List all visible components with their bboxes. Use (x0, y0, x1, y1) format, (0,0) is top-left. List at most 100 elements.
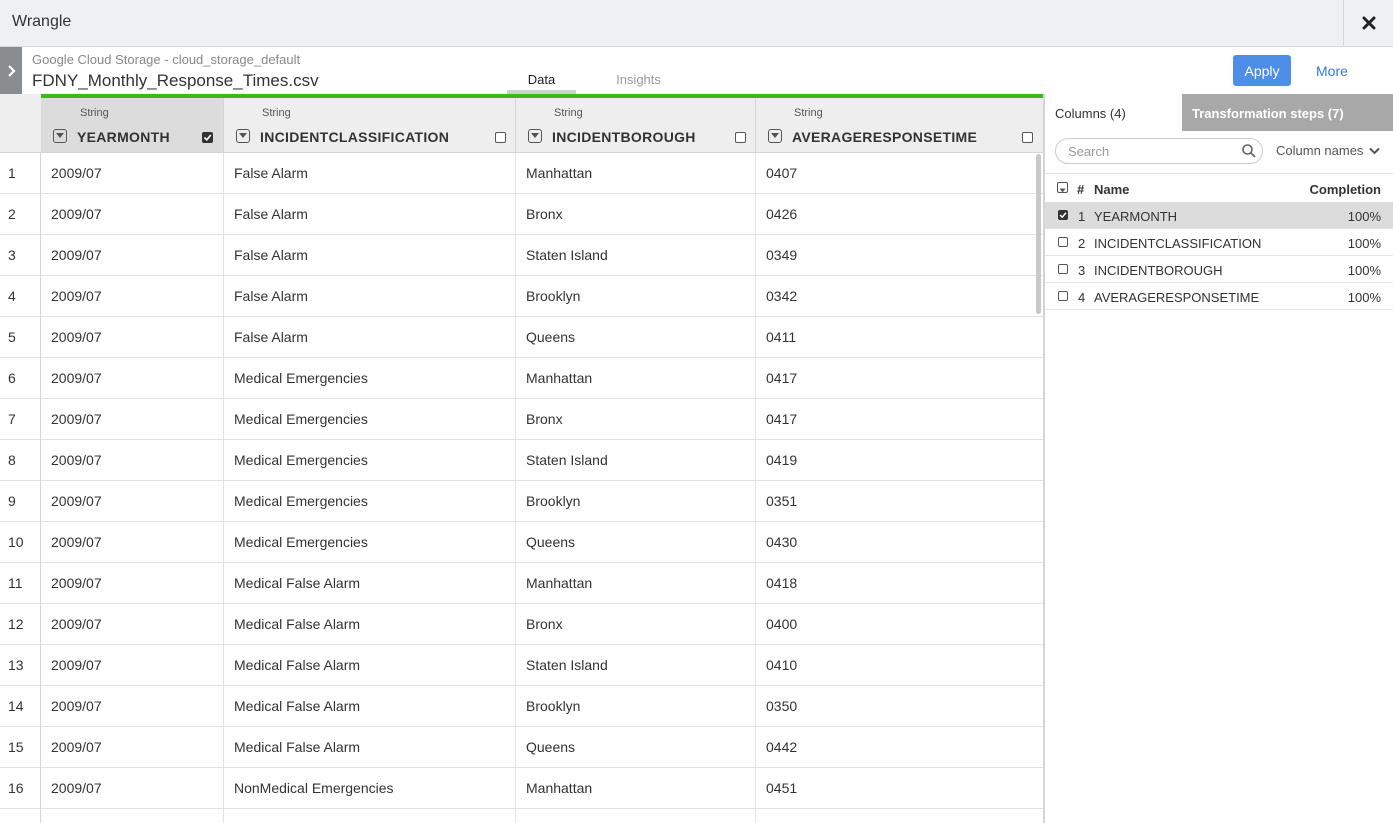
cell[interactable] (41, 809, 224, 823)
table-row[interactable]: 4 2009/07 False Alarm Brooklyn 0342 (0, 276, 1043, 317)
cell[interactable]: Medical Emergencies (224, 399, 516, 439)
cell[interactable]: False Alarm (224, 317, 516, 357)
table-row[interactable]: 5 2009/07 False Alarm Queens 0411 (0, 317, 1043, 358)
tab-insights[interactable]: Insights (604, 72, 673, 87)
cell[interactable]: 0411 (756, 317, 1043, 357)
table-row[interactable]: 8 2009/07 Medical Emergencies Staten Island… (0, 440, 1043, 481)
cell[interactable]: 0417 (756, 399, 1043, 439)
table-row[interactable]: 12 2009/07 Medical False Alarm Bronx 0400 (0, 604, 1043, 645)
cell[interactable]: Brooklyn (516, 481, 756, 521)
dropdown-icon[interactable] (53, 129, 67, 143)
column-list-item[interactable]: 1 YEARMONTH 100% (1045, 202, 1393, 229)
cell[interactable]: 2009/07 (41, 358, 224, 398)
cell[interactable] (756, 809, 1043, 823)
cell[interactable]: False Alarm (224, 235, 516, 275)
table-row[interactable]: 1 2009/07 False Alarm Manhattan 0407 (0, 153, 1043, 194)
table-row[interactable]: 9 2009/07 Medical Emergencies Brooklyn 0351 (0, 481, 1043, 522)
cell[interactable]: 0342 (756, 276, 1043, 316)
grid-scrollbar[interactable] (1036, 154, 1041, 314)
cell[interactable]: Queens (516, 727, 756, 767)
checkbox-icon[interactable] (735, 132, 746, 143)
checkbox-icon[interactable] (1058, 291, 1068, 301)
cell[interactable]: 0430 (756, 522, 1043, 562)
cell[interactable]: 2009/07 (41, 440, 224, 480)
cell[interactable]: 0419 (756, 440, 1043, 480)
cell[interactable]: Staten Island (516, 440, 756, 480)
checkbox-icon[interactable] (202, 132, 213, 143)
cell[interactable]: 2009/07 (41, 686, 224, 726)
cell[interactable]: Medical False Alarm (224, 686, 516, 726)
cell[interactable]: Staten Island (516, 645, 756, 685)
completion-header[interactable]: Completion (1310, 182, 1382, 197)
cell[interactable]: Queens (516, 317, 756, 357)
table-row[interactable]: 15 2009/07 Medical False Alarm Queens 0442 (0, 727, 1043, 768)
cell[interactable]: Medical Emergencies (224, 522, 516, 562)
column-header-yearmonth[interactable]: String YEARMONTH (41, 98, 224, 153)
column-list-item[interactable]: 4 AVERAGERESPONSETIME 100% (1045, 283, 1393, 310)
table-row[interactable]: 11 2009/07 Medical False Alarm Manhattan 041… (0, 563, 1043, 604)
search-icon[interactable] (1241, 143, 1257, 159)
tab-columns[interactable]: Columns (4) (1045, 94, 1182, 131)
cell[interactable]: 2009/07 (41, 522, 224, 562)
expand-sidebar-button[interactable] (0, 47, 22, 94)
cell[interactable]: Medical False Alarm (224, 604, 516, 644)
table-row[interactable]: 3 2009/07 False Alarm Staten Island 0349 (0, 235, 1043, 276)
cell[interactable]: 0417 (756, 358, 1043, 398)
cell[interactable]: Medical Emergencies (224, 481, 516, 521)
cell[interactable]: Bronx (516, 399, 756, 439)
more-link[interactable]: More (1316, 63, 1348, 79)
cell[interactable]: Manhattan (516, 768, 756, 808)
cell[interactable]: 2009/07 (41, 645, 224, 685)
dropdown-icon[interactable] (768, 129, 782, 143)
cell[interactable]: 2009/07 (41, 727, 224, 767)
cell[interactable]: NonMedical Emergencies (224, 768, 516, 808)
checkbox-icon[interactable] (1058, 210, 1068, 220)
cell[interactable]: Staten Island (516, 235, 756, 275)
cell[interactable]: Medical Emergencies (224, 358, 516, 398)
cell[interactable]: False Alarm (224, 153, 516, 193)
cell[interactable]: Bronx (516, 604, 756, 644)
cell[interactable]: 2009/07 (41, 481, 224, 521)
cell[interactable] (224, 809, 516, 823)
checkbox-icon[interactable] (1022, 132, 1033, 143)
sort-dropdown[interactable]: Column names (1276, 143, 1381, 158)
cell[interactable]: 2009/07 (41, 235, 224, 275)
cell[interactable]: 0426 (756, 194, 1043, 234)
cell[interactable] (516, 809, 756, 823)
cell[interactable]: Manhattan (516, 358, 756, 398)
checkbox-icon[interactable] (495, 132, 506, 143)
dropdown-icon[interactable] (528, 129, 542, 143)
cell[interactable]: False Alarm (224, 194, 516, 234)
dropdown-icon[interactable] (236, 129, 250, 143)
table-row[interactable]: 13 2009/07 Medical False Alarm Staten Islan… (0, 645, 1043, 686)
cell[interactable]: 2009/07 (41, 194, 224, 234)
table-row[interactable]: 14 2009/07 Medical False Alarm Brooklyn 0350 (0, 686, 1043, 727)
cell[interactable]: 0451 (756, 768, 1043, 808)
cell[interactable]: 2009/07 (41, 317, 224, 357)
cell[interactable]: Brooklyn (516, 276, 756, 316)
cell[interactable]: Medical False Alarm (224, 727, 516, 767)
cell[interactable]: Medical False Alarm (224, 645, 516, 685)
tab-data[interactable]: Data (507, 72, 576, 94)
cell[interactable]: 2009/07 (41, 604, 224, 644)
table-row[interactable]: 7 2009/07 Medical Emergencies Bronx 0417 (0, 399, 1043, 440)
cell[interactable]: 2009/07 (41, 276, 224, 316)
checkbox-icon[interactable] (1058, 237, 1068, 247)
cell[interactable]: Manhattan (516, 563, 756, 603)
cell[interactable]: Brooklyn (516, 686, 756, 726)
column-list-item[interactable]: 2 INCIDENTCLASSIFICATION 100% (1045, 229, 1393, 256)
table-row[interactable] (0, 809, 1043, 823)
cell[interactable]: 2009/07 (41, 399, 224, 439)
cell[interactable]: 0418 (756, 563, 1043, 603)
column-header-incidentborough[interactable]: String INCIDENTBOROUGH (516, 98, 756, 153)
table-row[interactable]: 2 2009/07 False Alarm Bronx 0426 (0, 194, 1043, 235)
apply-button[interactable]: Apply (1233, 55, 1291, 86)
column-header-incidentclassification[interactable]: String INCIDENTCLASSIFICATION (224, 98, 516, 153)
select-all-dropdown-icon[interactable] (1057, 182, 1068, 193)
cell[interactable]: 2009/07 (41, 768, 224, 808)
cell[interactable]: Manhattan (516, 153, 756, 193)
cell[interactable]: 2009/07 (41, 153, 224, 193)
column-header-averageresponsetime[interactable]: String AVERAGERESPONSETIME (756, 98, 1043, 153)
close-button[interactable] (1343, 0, 1393, 46)
table-row[interactable]: 10 2009/07 Medical Emergencies Queens 0430 (0, 522, 1043, 563)
